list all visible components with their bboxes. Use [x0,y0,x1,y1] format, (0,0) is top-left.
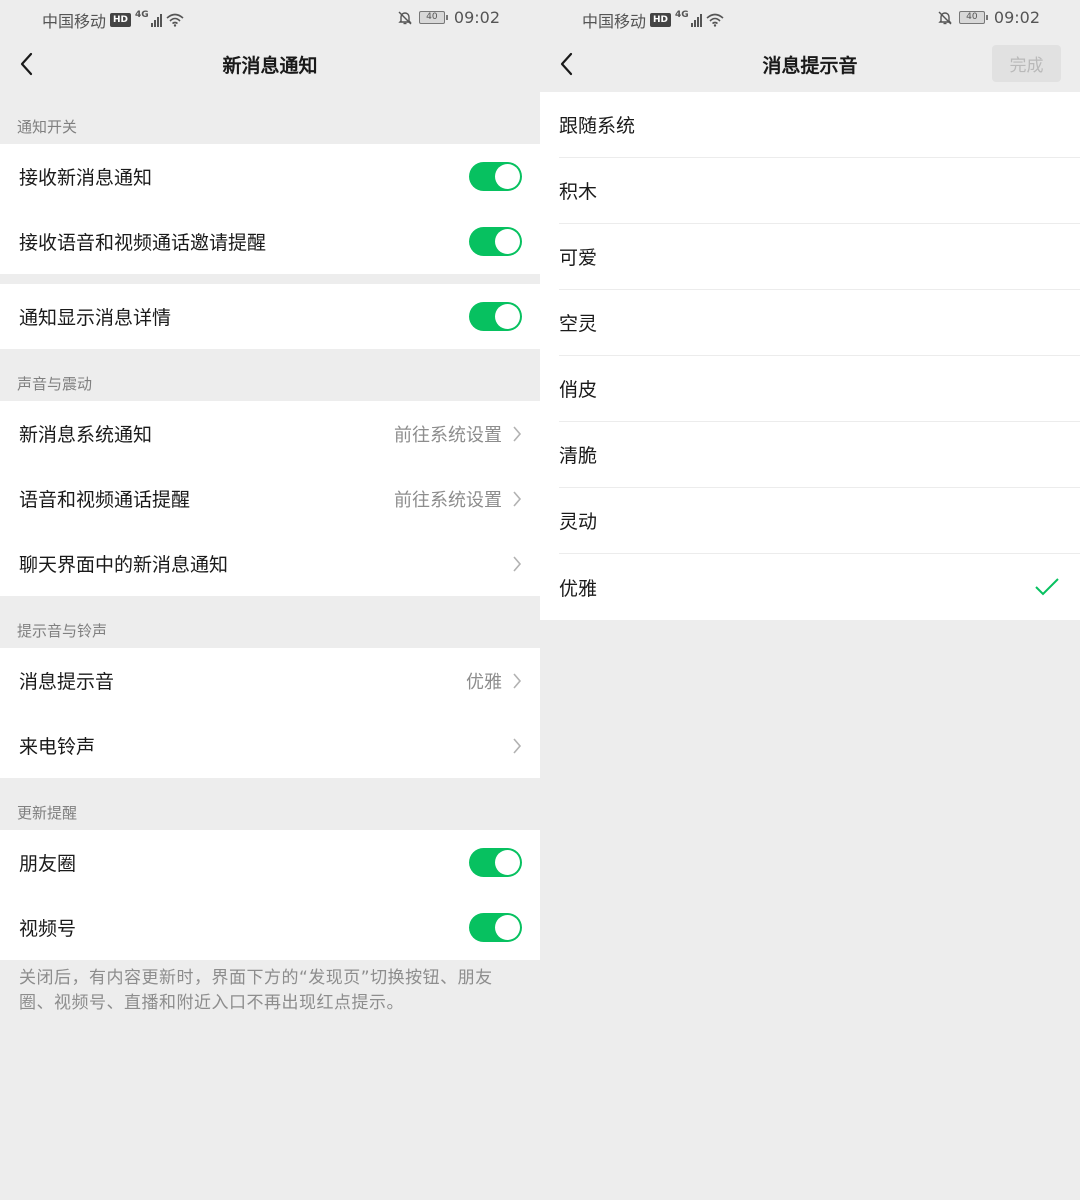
status-bar: 中国移动 HD 4G 40 09:02 [0,0,540,36]
mute-bell-icon [938,11,952,24]
tone-options-list: 跟随系统积木可爱空灵俏皮清脆灵动优雅 [540,92,1080,620]
row-value: 前往系统设置 [394,424,502,446]
toggle-moments[interactable] [469,848,522,877]
tone-option-label: 优雅 [559,577,598,600]
tone-option-label: 空灵 [559,313,598,335]
row-value: 前往系统设置 [394,489,502,511]
wifi-icon [706,13,724,27]
battery-icon: 40 [418,11,448,24]
tone-option-label: 可爱 [559,247,598,269]
toggle-show-message-detail[interactable] [469,302,522,331]
tone-option[interactable]: 优雅 [559,554,1080,620]
tone-option[interactable]: 俏皮 [559,356,1080,422]
row-label: 聊天界面中的新消息通知 [19,554,229,576]
row-label: 新消息系统通知 [19,424,153,446]
done-button[interactable]: 完成 [992,45,1061,82]
group-show-detail: 通知显示消息详情 [0,284,540,349]
clock: 09:02 [993,8,1040,27]
tone-option[interactable]: 跟随系统 [559,92,1080,158]
chevron-right-icon [513,555,522,572]
signal-icon [150,13,162,27]
tone-option[interactable]: 清脆 [559,422,1080,488]
hd-badge: HD [650,13,672,27]
tone-option[interactable]: 可爱 [559,224,1080,290]
row-label: 朋友圈 [19,853,77,875]
toggle-receive-call-invite[interactable] [469,227,522,256]
carrier-label: 中国移动 [42,12,107,31]
mute-bell-icon [398,11,412,24]
chevron-right-icon [513,490,522,507]
row-label: 消息提示音 [19,671,115,693]
row-label: 视频号 [19,918,77,940]
settings-content: 通知开关 接收新消息通知 接收语音和视频通话邀请提醒 通知显示消息详情 声音与震… [0,92,540,1016]
nav-bar: 消息提示音 完成 [540,36,1080,92]
group-update: 朋友圈 视频号 [0,830,540,960]
tone-option[interactable]: 灵动 [559,488,1080,554]
row-moments: 朋友圈 [0,830,540,895]
chevron-right-icon [513,425,522,442]
new-message-notification-screen: 中国移动 HD 4G 40 09:02 新消息通知 通知开关 接收新消息通知 接… [0,0,540,1200]
toggle-channels[interactable] [469,913,522,942]
carrier-label: 中国移动 [582,12,647,31]
row-value: 优雅 [466,671,502,693]
status-bar: 中国移动 HD 4G 40 09:02 [540,0,1080,36]
row-channels: 视频号 [0,895,540,960]
toggle-receive-new-message[interactable] [469,162,522,191]
update-footnote: 关闭后，有内容更新时，界面下方的“发现页”切换按钮、朋友圈、视频号、直播和附近入… [19,968,493,1013]
message-tone-screen: 中国移动 HD 4G 40 09:02 消息提示音 完成 跟随系统积木可爱空灵俏… [540,0,1080,1200]
tone-option-label: 清脆 [559,445,598,467]
section-header-sound: 声音与震动 [17,375,93,393]
chevron-right-icon [513,737,522,754]
row-new-message-system-notify[interactable]: 新消息系统通知 前往系统设置 [0,401,540,466]
section-header-notify: 通知开关 [17,118,78,136]
tone-option-label: 积木 [559,181,598,203]
network-type: 4G [135,10,149,20]
tone-option-label: 灵动 [559,511,598,533]
row-show-message-detail: 通知显示消息详情 [0,284,540,349]
tone-option-label: 跟随系统 [559,115,636,137]
row-call-ringtone[interactable]: 来电铃声 [0,713,540,778]
signal-icon [690,13,702,27]
battery-icon: 40 [958,11,988,24]
row-call-remind[interactable]: 语音和视频通话提醒 前往系统设置 [0,466,540,531]
section-header-ringtone: 提示音与铃声 [17,622,108,640]
tone-option[interactable]: 积木 [559,158,1080,224]
row-label: 来电铃声 [19,736,96,758]
clock: 09:02 [453,8,500,27]
checkmark-icon [1035,578,1059,596]
row-receive-new-message: 接收新消息通知 [0,144,540,209]
battery-level: 40 [958,11,985,24]
tone-option-label: 俏皮 [559,379,598,401]
row-label: 接收语音和视频通话邀请提醒 [19,232,267,254]
row-message-tone[interactable]: 消息提示音 优雅 [0,648,540,713]
row-receive-call-invite: 接收语音和视频通话邀请提醒 [0,209,540,274]
row-label: 通知显示消息详情 [19,307,172,329]
group-sound: 新消息系统通知 前往系统设置 语音和视频通话提醒 前往系统设置 聊天界面中的新消… [0,401,540,596]
row-label: 语音和视频通话提醒 [19,489,191,511]
chevron-right-icon [513,672,522,689]
row-chat-new-message-notify[interactable]: 聊天界面中的新消息通知 [0,531,540,596]
hd-badge: HD [110,13,132,27]
wifi-icon [166,13,184,27]
row-label: 接收新消息通知 [19,167,153,189]
battery-level: 40 [418,11,445,24]
section-header-update: 更新提醒 [17,804,78,822]
page-title: 新消息通知 [222,55,318,77]
tone-option[interactable]: 空灵 [559,290,1080,356]
group-ringtone: 消息提示音 优雅 来电铃声 [0,648,540,778]
nav-bar: 新消息通知 [0,36,540,92]
network-type: 4G [675,10,689,20]
group-notify: 接收新消息通知 接收语音和视频通话邀请提醒 [0,144,540,274]
